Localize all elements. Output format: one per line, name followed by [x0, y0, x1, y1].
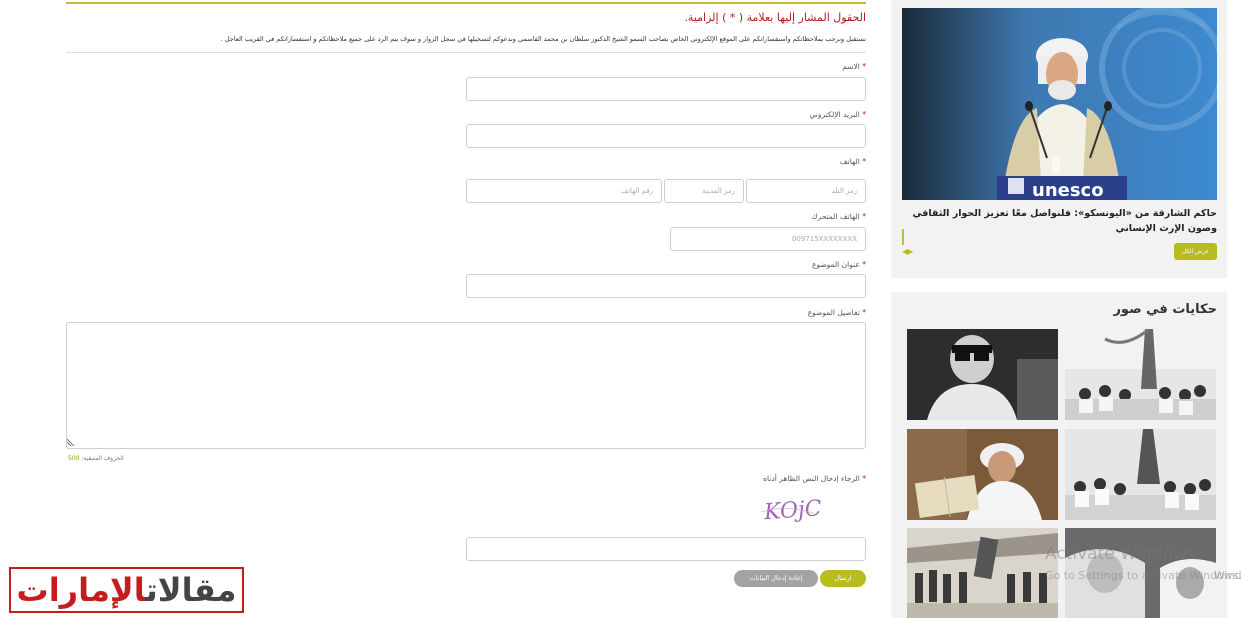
- top-divider: [66, 2, 866, 4]
- details-label: * تفاصيل الموضوع: [808, 308, 866, 317]
- section-divider: [66, 52, 866, 53]
- subject-label-text: عنوان الموضوع: [811, 260, 860, 269]
- required-star: *: [862, 260, 866, 269]
- photo-thumb-2[interactable]: [1065, 329, 1216, 420]
- details-label-text: تفاصيل الموضوع: [807, 308, 860, 317]
- news-headline[interactable]: حاكم الشارقة من «اليونسكو»: فلنواصل معًا…: [902, 206, 1218, 236]
- activate-windows-subtext: Go to Settings to activate Windows.: [1045, 569, 1243, 582]
- required-star: *: [862, 308, 866, 317]
- phone-number-input[interactable]: [466, 179, 662, 203]
- required-star: *: [862, 62, 866, 71]
- email-label: * البريد الإلكتروني: [810, 110, 866, 119]
- mobile-label: * الهاتف المتحرك: [811, 212, 866, 221]
- photo-thumb-4[interactable]: [1065, 429, 1216, 520]
- captcha-label: * الرجاء إدخال النص الظاهر أدناه: [763, 474, 866, 483]
- edge-text-fragment: Wind: [1214, 569, 1242, 582]
- site-logo[interactable]: مقالاتالإمارات: [9, 567, 244, 613]
- details-textarea[interactable]: [66, 322, 866, 449]
- captcha-label-text: الرجاء إدخال النص الظاهر أدناه: [763, 474, 860, 483]
- captcha-text: KOjC: [762, 496, 822, 525]
- logo-dark-part: مقالات: [145, 571, 237, 609]
- required-fields-note: الحقول المشار إليها بعلامة ( * ) إلزامية…: [684, 11, 866, 24]
- required-star: *: [862, 212, 866, 221]
- logo-red-part: الإمارات: [16, 571, 146, 609]
- next-arrow-icon[interactable]: ▶: [907, 247, 913, 256]
- email-label-text: البريد الإلكتروني: [809, 110, 860, 119]
- photo-thumb-3[interactable]: [907, 429, 1058, 520]
- view-all-button[interactable]: عرض الكل: [1174, 243, 1217, 260]
- carousel-arrows[interactable]: ◀▶: [902, 247, 913, 256]
- phone-city-code-input[interactable]: [664, 179, 744, 203]
- photo-thumb-1[interactable]: [907, 329, 1058, 420]
- captcha-image: KOjC: [760, 496, 823, 525]
- name-label: * الاسم: [842, 62, 866, 71]
- chars-remaining-label: الحروف المتبقية:: [81, 455, 124, 462]
- phone-country-code-input[interactable]: [746, 179, 866, 203]
- subject-label: * عنوان الموضوع: [812, 260, 866, 269]
- reset-button[interactable]: إعادة إدخال البيانات: [734, 570, 818, 587]
- chars-remaining: الحروف المتبقية: 500: [68, 455, 124, 462]
- name-label-text: الاسم: [842, 62, 860, 71]
- unesco-text: unesco: [1032, 180, 1104, 200]
- send-button[interactable]: ارسال: [820, 570, 866, 587]
- mobile-label-text: الهاتف المتحرك: [811, 212, 860, 221]
- email-input[interactable]: [466, 124, 866, 148]
- news-divider: [902, 229, 904, 245]
- chars-remaining-value: 500: [68, 455, 80, 462]
- required-star: *: [862, 157, 866, 166]
- photo-thumb-5[interactable]: [907, 528, 1058, 618]
- intro-text: نستقبل ونرحب بملاحظاتكم واستفساراتكم على…: [220, 35, 866, 43]
- subject-input[interactable]: [466, 274, 866, 298]
- captcha-input[interactable]: [466, 537, 866, 561]
- phone-label: * الهاتف: [840, 157, 866, 166]
- news-image[interactable]: unesco: [902, 8, 1217, 200]
- resize-handle-icon[interactable]: [67, 438, 75, 446]
- required-star: *: [862, 474, 866, 483]
- name-input[interactable]: [466, 77, 866, 101]
- activate-windows-watermark: Activate Windows: [1045, 544, 1196, 564]
- required-star: *: [862, 110, 866, 119]
- logo-text: مقالاتالإمارات: [17, 571, 237, 609]
- mobile-input[interactable]: [670, 227, 866, 251]
- photos-title: حكايات في صور: [1113, 302, 1217, 317]
- phone-label-text: الهاتف: [839, 157, 860, 166]
